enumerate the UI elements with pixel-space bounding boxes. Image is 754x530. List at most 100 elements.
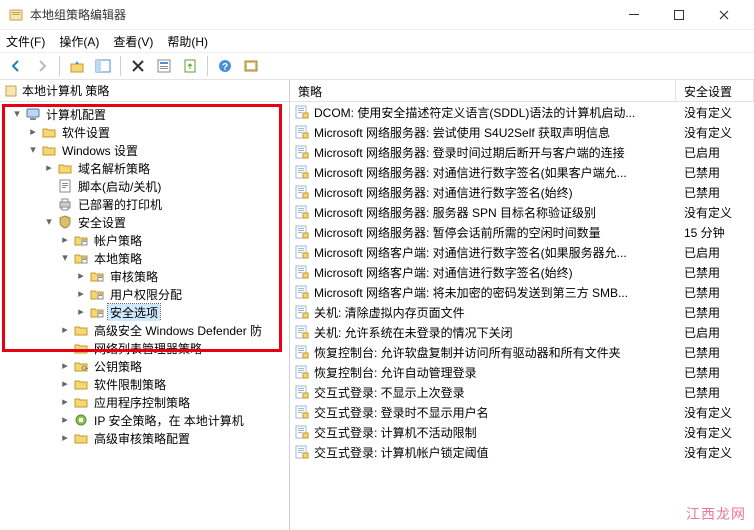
menu-file[interactable]: 文件(F)	[6, 33, 45, 50]
menubar: 文件(F) 操作(A) 查看(V) 帮助(H)	[0, 30, 754, 52]
policy-icon	[294, 404, 310, 420]
tree-node-label: 安全选项	[108, 304, 160, 321]
tree-node[interactable]: ▸公钥策略	[2, 357, 289, 375]
policy-row[interactable]: Microsoft 网络服务器: 暂停会话前所需的空闲时间数量15 分钟	[290, 222, 754, 242]
policy-row[interactable]: Microsoft 网络客户端: 对通信进行数字签名(如果服务器允...已启用	[290, 242, 754, 262]
folder-icon	[57, 160, 73, 176]
toggle-icon[interactable]: ▸	[26, 125, 40, 139]
tree-node[interactable]: ▸IP 安全策略，在 本地计算机	[2, 411, 289, 429]
toggle-icon[interactable]: ▸	[58, 395, 72, 409]
tree-node[interactable]: ▾ 计算机配置	[2, 105, 289, 123]
toggle-icon[interactable]: ▸	[58, 323, 72, 337]
policy-icon	[294, 304, 310, 320]
policy-row[interactable]: Microsoft 网络服务器: 服务器 SPN 目标名称验证级别没有定义	[290, 202, 754, 222]
tree-node[interactable]: ▾安全设置	[2, 213, 289, 231]
tree-node[interactable]: 脚本(启动/关机)	[2, 177, 289, 195]
policy-row[interactable]: 关机: 清除虚拟内存页面文件已禁用	[290, 302, 754, 322]
policy-name: Microsoft 网络服务器: 尝试使用 S4U2Self 获取声明信息	[314, 124, 676, 141]
tree-pane[interactable]: 本地计算机 策略 ▾ 计算机配置▸软件设置 ▾ Windows 设置▸域名解析策略脚本…	[0, 80, 290, 530]
policy-value: 没有定义	[676, 404, 754, 421]
toggle-icon[interactable]: ▸	[58, 233, 72, 247]
tree-node[interactable]: ▸用户权限分配	[2, 285, 289, 303]
policy-row[interactable]: Microsoft 网络客户端: 将未加密的密码发送到第三方 SMB...已禁用	[290, 282, 754, 302]
menu-view[interactable]: 查看(V)	[113, 33, 153, 50]
toggle-icon[interactable]: ▸	[58, 359, 72, 373]
filter-button[interactable]	[239, 55, 263, 77]
col-policy[interactable]: 策略	[290, 80, 676, 101]
policy-row[interactable]: 交互式登录: 登录时不显示用户名没有定义	[290, 402, 754, 422]
export-button[interactable]	[178, 55, 202, 77]
tree-node[interactable]: ▸应用程序控制策略	[2, 393, 289, 411]
tree-node[interactable]: 网络列表管理器策略	[2, 339, 289, 357]
policy-row[interactable]: 关机: 允许系统在未登录的情况下关闭已启用	[290, 322, 754, 342]
toggle-icon[interactable]: ▸	[58, 377, 72, 391]
policy-row[interactable]: 交互式登录: 计算机帐户锁定阈值没有定义	[290, 442, 754, 462]
toggle-icon[interactable]: ▸	[58, 413, 72, 427]
policy-icon	[294, 444, 310, 460]
back-button[interactable]	[4, 55, 28, 77]
policy-list[interactable]: DCOM: 使用安全描述符定义语言(SDDL)语法的计算机启动...没有定义Mi…	[290, 102, 754, 530]
toggle-icon[interactable]: ▸	[74, 287, 88, 301]
policy-row[interactable]: 交互式登录: 不显示上次登录已禁用	[290, 382, 754, 402]
policy-name: Microsoft 网络服务器: 对通信进行数字签名(始终)	[314, 184, 676, 201]
tree-node[interactable]: ▸ 审核策略	[2, 267, 289, 285]
policy-row[interactable]: Microsoft 网络服务器: 对通信进行数字签名(始终)已禁用	[290, 182, 754, 202]
help-button[interactable]: ?	[213, 55, 237, 77]
tree-node-label: 网络列表管理器策略	[92, 340, 204, 357]
tree-node[interactable]: ▸域名解析策略	[2, 159, 289, 177]
tree-node[interactable]: ▾本地策略	[2, 249, 289, 267]
policy-row[interactable]: Microsoft 网络服务器: 登录时间过期后断开与客户端的连接已启用	[290, 142, 754, 162]
tree-root-label: 本地计算机 策略	[22, 82, 109, 99]
policy-row[interactable]: 恢复控制台: 允许软盘复制并访问所有驱动器和所有文件夹已禁用	[290, 342, 754, 362]
policy-value: 15 分钟	[676, 224, 754, 241]
menu-action[interactable]: 操作(A)	[59, 33, 99, 50]
svg-text:?: ?	[222, 62, 228, 73]
policy-row[interactable]: DCOM: 使用安全描述符定义语言(SDDL)语法的计算机启动...没有定义	[290, 102, 754, 122]
toggle-icon[interactable]: ▾	[58, 251, 72, 265]
shield-icon	[57, 214, 73, 230]
toggle-icon[interactable]: ▾	[10, 107, 24, 121]
menu-help[interactable]: 帮助(H)	[167, 33, 208, 50]
separator	[207, 56, 208, 76]
properties-button[interactable]	[152, 55, 176, 77]
policy-value: 没有定义	[676, 204, 754, 221]
policy-name: 交互式登录: 计算机帐户锁定阈值	[314, 444, 676, 461]
tree-node[interactable]: ▾ Windows 设置	[2, 141, 289, 159]
close-button[interactable]	[701, 1, 746, 29]
folder-key-icon	[73, 358, 89, 374]
toggle-icon[interactable]: ▸	[58, 431, 72, 445]
policy-row[interactable]: 恢复控制台: 允许自动管理登录已禁用	[290, 362, 754, 382]
policy-row[interactable]: Microsoft 网络服务器: 尝试使用 S4U2Self 获取声明信息没有定…	[290, 122, 754, 142]
policy-name: 交互式登录: 计算机不活动限制	[314, 424, 676, 441]
policy-name: Microsoft 网络客户端: 将未加密的密码发送到第三方 SMB...	[314, 284, 676, 301]
toggle-icon[interactable]: ▾	[26, 143, 40, 157]
policy-row[interactable]: Microsoft 网络客户端: 对通信进行数字签名(始终)已禁用	[290, 262, 754, 282]
tree-node-label: 计算机配置	[44, 106, 108, 123]
tree-node[interactable]: ▸高级审核策略配置	[2, 429, 289, 447]
tree-node[interactable]: ▸软件限制策略	[2, 375, 289, 393]
show-hide-tree-button[interactable]	[91, 55, 115, 77]
tree-node[interactable]: ▸帐户策略	[2, 231, 289, 249]
tree-node[interactable]: ▸高级安全 Windows Defender 防	[2, 321, 289, 339]
tree-node[interactable]: 已部署的打印机	[2, 195, 289, 213]
maximize-button[interactable]	[656, 1, 701, 29]
tree-node-label: Windows 设置	[60, 142, 140, 159]
tree-node[interactable]: ▸ 安全选项	[2, 303, 289, 321]
policy-row[interactable]: 交互式登录: 计算机不活动限制没有定义	[290, 422, 754, 442]
toggle-icon[interactable]: ▸	[74, 305, 88, 319]
minimize-button[interactable]	[611, 1, 656, 29]
tree-node[interactable]: ▸软件设置	[2, 123, 289, 141]
toggle-icon[interactable]: ▸	[74, 269, 88, 283]
up-button[interactable]	[65, 55, 89, 77]
policy-icon	[294, 184, 310, 200]
tree-root-header[interactable]: 本地计算机 策略	[0, 80, 289, 102]
forward-button[interactable]	[30, 55, 54, 77]
toggle-icon[interactable]: ▾	[42, 215, 56, 229]
delete-button[interactable]	[126, 55, 150, 77]
col-setting[interactable]: 安全设置	[676, 80, 754, 101]
tree-node-label: 审核策略	[108, 268, 160, 285]
toggle-icon[interactable]: ▸	[42, 161, 56, 175]
policy-icon	[294, 284, 310, 300]
policy-row[interactable]: Microsoft 网络服务器: 对通信进行数字签名(如果客户端允...已禁用	[290, 162, 754, 182]
doc-icon	[4, 84, 18, 98]
